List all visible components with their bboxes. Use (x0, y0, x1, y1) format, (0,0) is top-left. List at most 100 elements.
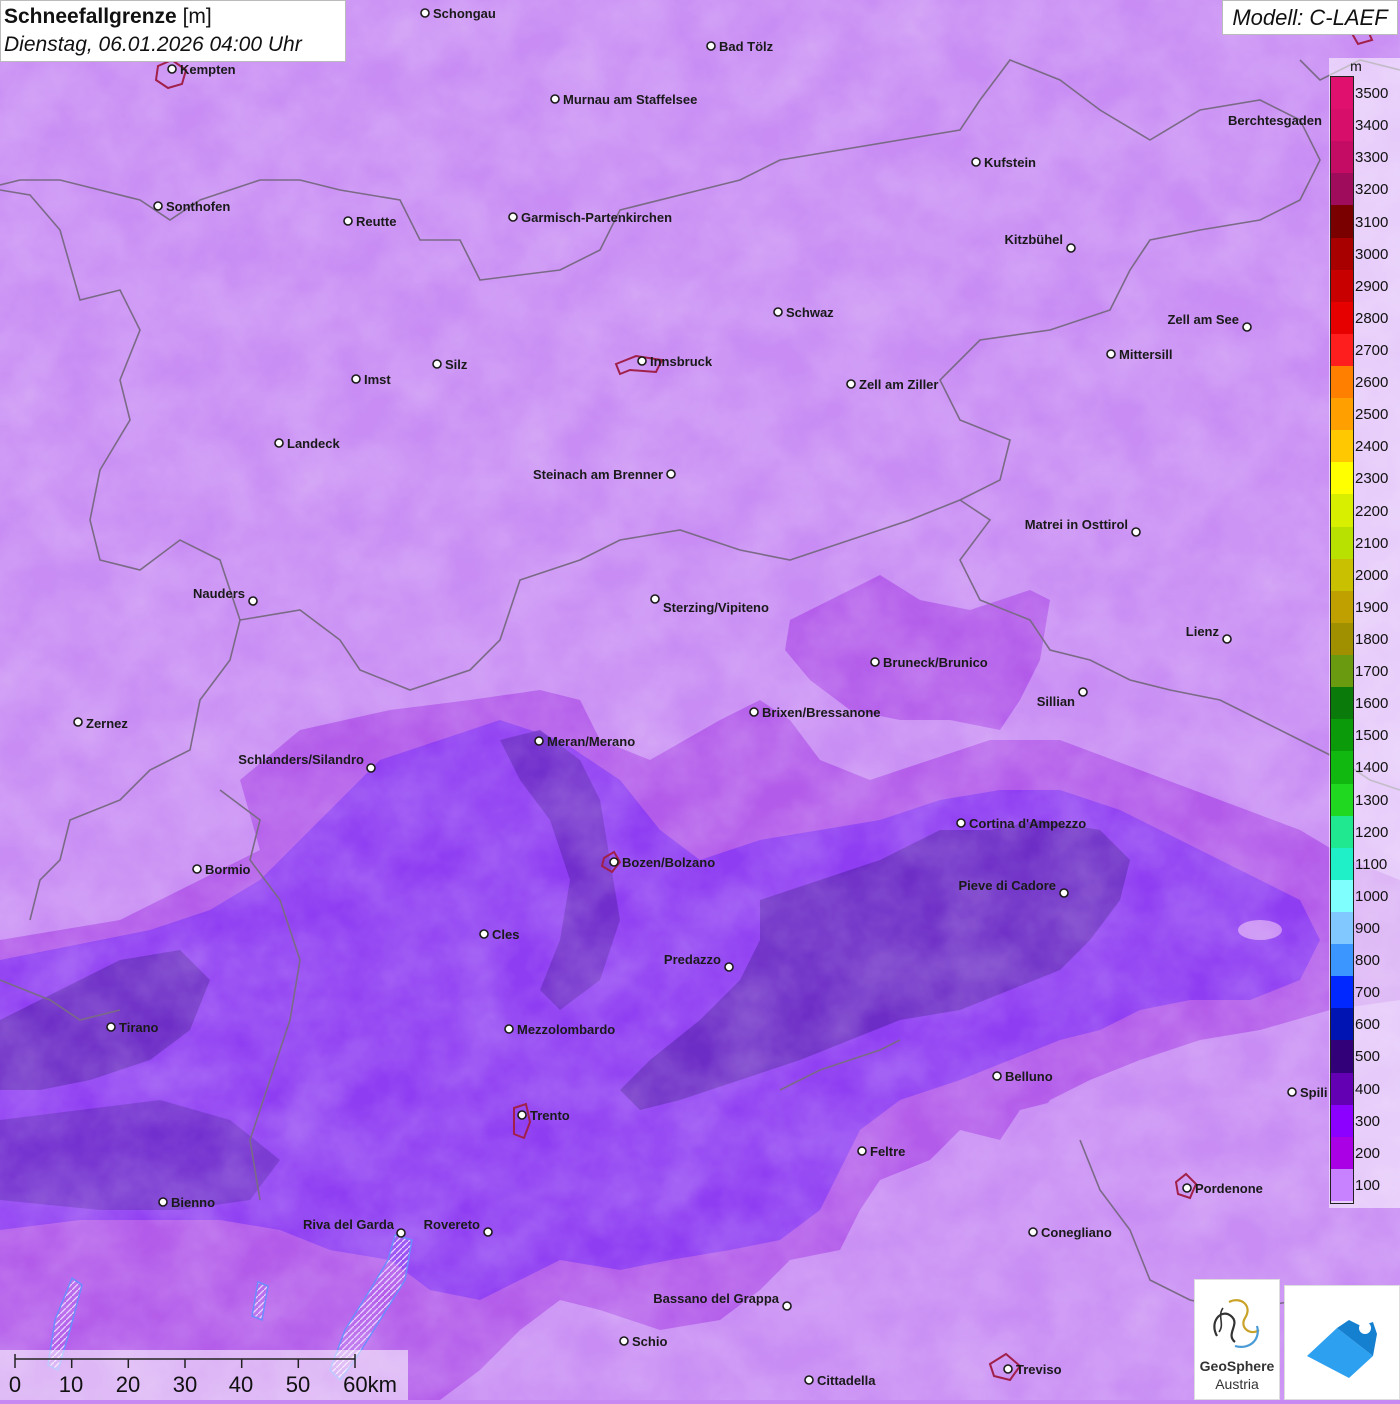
city-cortina[interactable]: Cortina d'Ampezzo (956, 816, 1086, 831)
legend-label-2500: 2500 (1355, 406, 1389, 424)
svg-text:Schongau: Schongau (433, 6, 496, 21)
city-pordenone[interactable]: Pordenone (1182, 1181, 1263, 1196)
title-main: Schneefallgrenze (4, 5, 177, 28)
scale-label-50: 50 (285, 1372, 311, 1397)
city-garmisch[interactable]: Garmisch-Partenkirchen (508, 210, 672, 225)
svg-text:Kufstein: Kufstein (984, 155, 1036, 170)
legend-label-600: 600 (1355, 1016, 1381, 1034)
legend-label-2900: 2900 (1355, 277, 1389, 295)
svg-text:Zell am Ziller: Zell am Ziller (859, 377, 938, 392)
legend-swatch-1100 (1331, 847, 1353, 881)
scale-label-60km: 60km (343, 1372, 397, 1397)
legend-swatch-1400 (1331, 751, 1353, 784)
legend-swatch-3000 (1331, 237, 1353, 271)
app-logo[interactable] (1284, 1285, 1400, 1400)
snow-app-icon (1307, 1320, 1377, 1378)
svg-text:Cittadella: Cittadella (817, 1373, 876, 1388)
legend-label-1700: 1700 (1355, 663, 1389, 681)
legend-label-2800: 2800 (1355, 309, 1389, 327)
legend-swatch-900 (1331, 911, 1353, 945)
legend-label-2700: 2700 (1355, 341, 1389, 359)
svg-text:Mezzolombardo: Mezzolombardo (517, 1022, 615, 1037)
geosphere-logo[interactable]: GeoSphere Austria (1194, 1279, 1280, 1400)
legend-label-2400: 2400 (1355, 438, 1389, 456)
svg-text:Cles: Cles (492, 927, 519, 942)
legend-swatch-500 (1331, 1040, 1353, 1074)
svg-text:Pieve di Cadore: Pieve di Cadore (958, 878, 1056, 893)
legend-label-1100: 1100 (1355, 855, 1388, 873)
legend-label-200: 200 (1355, 1144, 1381, 1162)
map-datetime: Dienstag, 06.01.2026 04:00 Uhr (4, 33, 302, 56)
legend-swatch-1600 (1331, 687, 1353, 720)
city-berchtesgaden[interactable]: Berchtesgaden (1228, 113, 1322, 128)
city-bruneck[interactable]: Bruneck/Brunico (870, 655, 988, 670)
city-innsbruck[interactable]: Innsbruck (637, 354, 713, 369)
legend-swatch-2600 (1331, 366, 1353, 399)
city-steinach[interactable]: Steinach am Brenner (533, 467, 676, 482)
svg-text:Kitzbühel: Kitzbühel (1005, 232, 1064, 247)
legend-label-800: 800 (1355, 952, 1381, 970)
legend-swatch-2500 (1331, 398, 1353, 431)
legend-swatch-3400 (1331, 109, 1353, 142)
city-murnau[interactable]: Murnau am Staffelsee (550, 92, 697, 107)
city-brixen[interactable]: Brixen/Bressanone (749, 705, 881, 720)
legend-swatch-3200 (1331, 173, 1353, 206)
snowfall-line-map[interactable]: Schongau Bad Tölz Kempten Murnau am Staf… (0, 0, 1400, 1400)
svg-text:Brixen/Bressanone: Brixen/Bressanone (762, 705, 881, 720)
svg-text:Spili: Spili (1300, 1085, 1327, 1100)
svg-text:Murnau am Staffelsee: Murnau am Staffelsee (563, 92, 697, 107)
svg-text:Schio: Schio (632, 1334, 667, 1349)
svg-text:Bassano del Grappa: Bassano del Grappa (653, 1291, 779, 1306)
legend-label-300: 300 (1355, 1112, 1381, 1130)
legend-swatch-1800 (1331, 622, 1353, 656)
legend-label-1600: 1600 (1355, 695, 1389, 713)
legend-swatch-1200 (1331, 815, 1353, 849)
svg-text:Bad Tölz: Bad Tölz (719, 39, 774, 54)
city-bozen[interactable]: Bozen/Bolzano (609, 855, 715, 870)
legend-swatch-2400 (1331, 430, 1353, 463)
legend-label-400: 400 (1355, 1080, 1381, 1098)
svg-text:Cortina d'Ampezzo: Cortina d'Ampezzo (969, 816, 1086, 831)
svg-text:Silz: Silz (445, 357, 468, 372)
scale-bar-line (14, 1354, 356, 1368)
legend-swatch-200 (1331, 1136, 1353, 1170)
legend-swatch-1000 (1331, 879, 1353, 913)
legend-label-3100: 3100 (1355, 213, 1389, 231)
svg-text:Berchtesgaden: Berchtesgaden (1228, 113, 1322, 128)
svg-text:Nauders: Nauders (193, 586, 245, 601)
legend-colorbar (1330, 76, 1354, 1204)
svg-text:Meran/Merano: Meran/Merano (547, 734, 635, 749)
map-title: Schneefallgrenze [m] (4, 3, 345, 31)
city-meran[interactable]: Meran/Merano (534, 734, 635, 749)
legend-label-3300: 3300 (1355, 149, 1389, 167)
legend-swatch-800 (1331, 944, 1353, 977)
legend-label-2200: 2200 (1355, 502, 1389, 520)
model-label: Modell: C-LAEF (1222, 0, 1398, 35)
svg-text:Riva del Garda: Riva del Garda (303, 1217, 395, 1232)
city-conegliano[interactable]: Conegliano (1028, 1225, 1112, 1240)
legend-label-900: 900 (1355, 920, 1381, 938)
city-schongau[interactable]: Schongau (420, 6, 496, 21)
svg-text:Schwaz: Schwaz (786, 305, 834, 320)
scale-bar-labels: 0 10 20 30 40 50 60km (0, 1372, 408, 1400)
svg-text:Predazzo: Predazzo (664, 952, 721, 967)
svg-text:Sterzing/Vipiteno: Sterzing/Vipiteno (663, 600, 769, 615)
geosphere-country: Austria (1215, 1376, 1259, 1392)
legend-swatch-1900 (1331, 590, 1353, 624)
legend-label-1300: 1300 (1355, 791, 1389, 809)
svg-text:Treviso: Treviso (1016, 1362, 1062, 1377)
city-zell-am-ziller[interactable]: Zell am Ziller (846, 377, 938, 392)
city-mezzolombardo[interactable]: Mezzolombardo (504, 1022, 615, 1037)
svg-text:Landeck: Landeck (287, 436, 341, 451)
legend-label-3000: 3000 (1355, 245, 1389, 263)
scale-label-20: 20 (115, 1372, 141, 1397)
legend-label-3400: 3400 (1355, 117, 1389, 135)
scale-bar: 0 10 20 30 40 50 60km (0, 1350, 408, 1400)
legend-label-3500: 3500 (1355, 85, 1389, 103)
svg-text:Steinach am Brenner: Steinach am Brenner (533, 467, 663, 482)
legend-swatch-2300 (1331, 462, 1353, 495)
legend-swatch-3500 (1331, 77, 1353, 110)
city-sonthofen[interactable]: Sonthofen (153, 199, 230, 214)
svg-text:Tirano: Tirano (119, 1020, 159, 1035)
legend-swatch-600 (1331, 1008, 1353, 1041)
